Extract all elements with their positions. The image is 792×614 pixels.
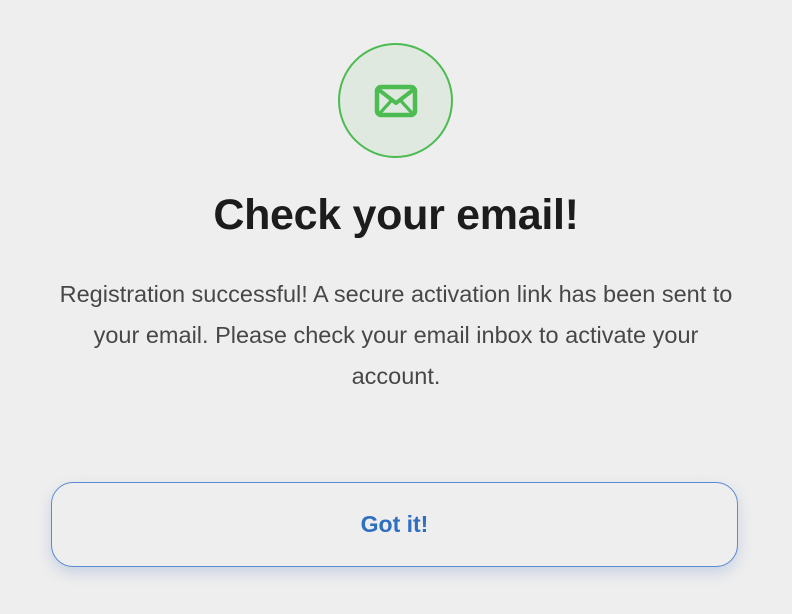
got-it-button[interactable]: Got it! — [51, 482, 738, 567]
envelope-icon — [374, 84, 417, 117]
email-icon-badge — [338, 43, 453, 158]
email-confirmation-screen: Check your email! Registration successfu… — [0, 0, 792, 614]
page-title: Check your email! — [213, 191, 579, 239]
confirmation-message: Registration successful! A secure activa… — [59, 281, 733, 389]
